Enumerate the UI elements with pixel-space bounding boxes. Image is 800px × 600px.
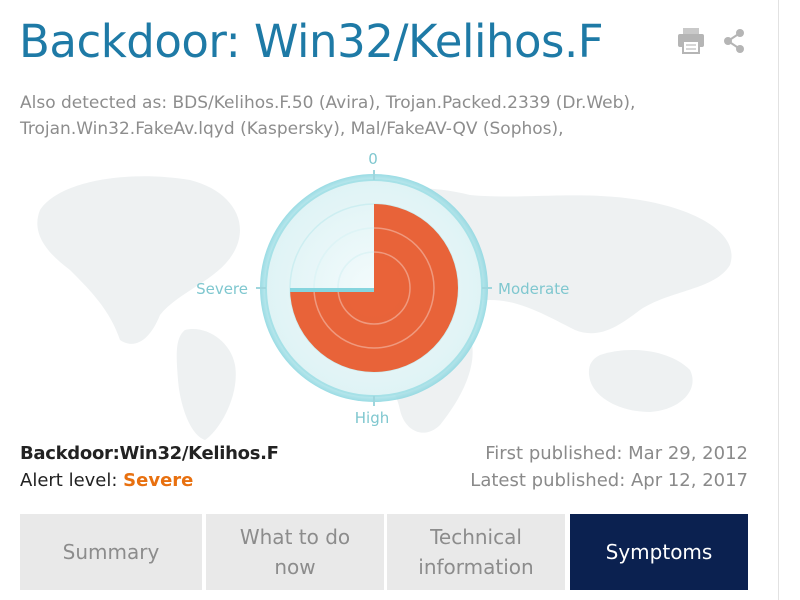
also-detected-text: Also detected as: BDS/Kelihos.F.50 (Avir… — [20, 93, 636, 139]
gauge-label-left: Severe — [196, 280, 248, 298]
gauge-label-top: 0 — [368, 150, 378, 168]
gauge-label-right: Moderate — [498, 280, 569, 298]
first-published: First published: Mar 29, 2012 — [485, 443, 748, 464]
threat-summary: Backdoor:Win32/Kelihos.F Alert level: Se… — [20, 440, 279, 494]
printer-icon[interactable] — [675, 24, 707, 56]
page-title: Backdoor: Win32/Kelihos.F — [19, 15, 604, 68]
tab-summary-label: Summary — [62, 540, 160, 564]
share-icon[interactable] — [721, 27, 747, 55]
threat-name: Backdoor:Win32/Kelihos.F — [20, 443, 279, 464]
tab-summary[interactable]: Summary — [20, 514, 202, 590]
tab-what-to-do-now-label: What to do now — [239, 525, 351, 579]
alert-level: Alert level: Severe — [20, 467, 279, 494]
tab-bar: Summary What to do now Technical informa… — [20, 514, 748, 590]
alert-level-value: Severe — [123, 470, 194, 491]
latest-published: Latest published: Apr 12, 2017 — [470, 470, 748, 491]
tab-technical-information-label: Technical information — [418, 525, 534, 579]
publish-dates: First published: Mar 29, 2012 Latest pub… — [470, 440, 748, 494]
tab-technical-information[interactable]: Technical information — [387, 514, 565, 590]
alert-level-label: Alert level: — [20, 470, 124, 491]
severity-visual: 0 Moderate High Severe — [0, 140, 779, 440]
tab-symptoms[interactable]: Symptoms — [570, 514, 748, 590]
gauge-label-bottom: High — [355, 409, 389, 427]
tab-what-to-do-now[interactable]: What to do now — [206, 514, 384, 590]
tab-symptoms-label: Symptoms — [605, 540, 713, 564]
